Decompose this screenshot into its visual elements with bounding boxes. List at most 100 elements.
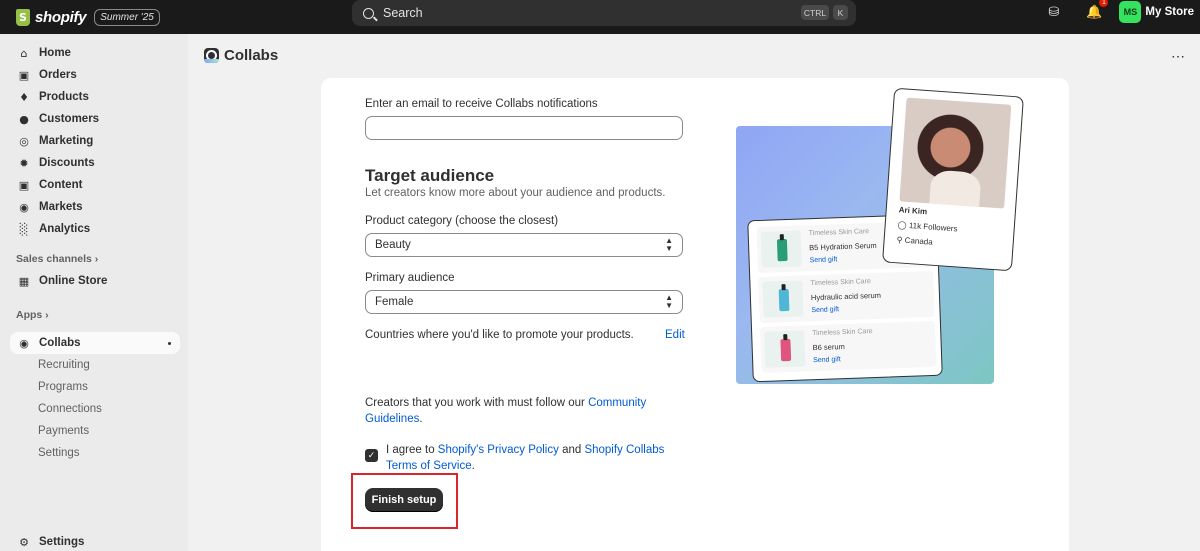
bell-icon[interactable]: 🔔 1 bbox=[1086, 0, 1109, 20]
top-bar: shopify Summer '25 Search CTRL K ⛁ 🔔1 MS… bbox=[0, 0, 1200, 34]
countries-label: Countries where you'd like to promote yo… bbox=[365, 329, 634, 341]
product-thumbnail bbox=[760, 230, 802, 268]
sidebar-item-label: Settings bbox=[39, 536, 85, 548]
sidebar-item-products[interactable]: ♦ Products bbox=[10, 86, 180, 108]
product-name: B6 serum bbox=[812, 342, 845, 353]
sidebar-item-label: Orders bbox=[39, 69, 77, 81]
creator-photo bbox=[899, 97, 1012, 209]
sidebar-item-label: Customers bbox=[39, 113, 100, 125]
store-name[interactable]: My Store bbox=[1145, 6, 1194, 18]
creator-location: ⚲ Canada bbox=[896, 235, 933, 246]
creator-name: Ari Kim bbox=[898, 205, 928, 217]
apps-heading[interactable]: Apps › bbox=[16, 309, 49, 321]
sidebar-item-analytics[interactable]: ░ Analytics bbox=[10, 218, 180, 240]
primary-audience-label: Primary audience bbox=[365, 272, 455, 284]
shortcut-ctrl-key: CTRL bbox=[801, 5, 829, 20]
sidebar-subitem-payments[interactable]: Payments bbox=[38, 425, 89, 437]
sidebar-item-marketing[interactable]: ◎ Marketing bbox=[10, 130, 180, 152]
search-bar[interactable]: Search CTRL K bbox=[352, 0, 856, 26]
sidebar-subitem-settings[interactable]: Settings bbox=[38, 447, 80, 459]
notification-badge: 1 bbox=[1099, 0, 1109, 7]
product-name: B5 Hydration Serum bbox=[809, 240, 877, 253]
privacy-policy-link[interactable]: Shopify's Privacy Policy bbox=[438, 444, 559, 456]
avatar[interactable]: MS bbox=[1119, 1, 1142, 23]
email-field[interactable] bbox=[365, 116, 683, 140]
select-chevron-icon: ▲ ▼ bbox=[665, 293, 673, 310]
sidebar-item-markets[interactable]: ◉ Markets bbox=[10, 196, 180, 218]
sidebar-item-content[interactable]: ▣ Content bbox=[10, 174, 180, 196]
guidelines-prefix: Creators that you work with must follow … bbox=[365, 397, 589, 409]
gear-icon: ⚙ bbox=[19, 535, 29, 549]
sidebar-item-label: Online Store bbox=[39, 275, 108, 287]
tag-icon: ♦ bbox=[19, 90, 29, 104]
page-title-text: Collabs bbox=[224, 47, 279, 64]
sidebar-item-label: Home bbox=[39, 47, 71, 59]
sidebar-subitem-programs[interactable]: Programs bbox=[38, 381, 88, 393]
bar-chart-icon: ░ bbox=[19, 222, 29, 236]
sidebar-item-label: Markets bbox=[39, 201, 83, 213]
sales-channels-heading[interactable]: Sales channels › bbox=[16, 253, 98, 265]
sidebar: ⌂ Home ▣ Orders ♦ Products ● Customers ◎ Mark… bbox=[0, 34, 188, 551]
primary-audience-value: Female bbox=[375, 296, 414, 308]
sidebar-item-customers[interactable]: ● Customers bbox=[10, 108, 180, 130]
globe-icon: ◉ bbox=[19, 200, 29, 214]
sidebar-subitem-recruiting[interactable]: Recruiting bbox=[38, 359, 90, 371]
sidebar-item-label: Analytics bbox=[39, 223, 91, 235]
ellipsis-icon: ⋯ bbox=[1171, 48, 1186, 64]
edition-badge[interactable]: Summer '25 bbox=[94, 8, 160, 26]
product-category-label: Product category (choose the closest) bbox=[365, 215, 559, 227]
creator-location-text: Canada bbox=[904, 235, 934, 247]
shopify-bag-icon bbox=[16, 8, 30, 26]
send-gift-link: Send gift bbox=[811, 306, 840, 315]
sidebar-item-online-store[interactable]: ▦ Online Store bbox=[10, 270, 180, 292]
sidebar-item-orders[interactable]: ▣ Orders bbox=[10, 64, 180, 86]
product-brand: Timeless Skin Care bbox=[810, 278, 872, 288]
creator-followers: ◯ 11k Followers bbox=[897, 220, 957, 233]
product-category-value: Beauty bbox=[375, 239, 411, 251]
sidebar-item-collabs[interactable]: ◉ Collabs bbox=[10, 332, 180, 354]
page-title: Collabs bbox=[204, 47, 278, 64]
shopify-logo[interactable]: shopify Summer '25 bbox=[16, 8, 160, 26]
creator-followers-text: 11k Followers bbox=[908, 221, 958, 234]
sidebar-item-label: Collabs bbox=[39, 337, 81, 349]
collabs-logo-icon bbox=[204, 48, 219, 63]
agree-suffix: . bbox=[471, 460, 475, 472]
sidebar-item-home[interactable]: ⌂ Home bbox=[10, 42, 180, 64]
apps-label: Apps bbox=[16, 309, 43, 321]
top-right-actions: ⛁ 🔔 1 MS My Store bbox=[1048, 0, 1200, 24]
checkmark-icon: ✓ bbox=[367, 450, 376, 461]
more-actions-button[interactable]: ⋯ bbox=[1171, 48, 1186, 65]
product-category-select[interactable]: Beauty ▲ ▼ bbox=[365, 233, 683, 257]
image-icon: ▣ bbox=[18, 178, 30, 192]
sidebar-item-label: Discounts bbox=[39, 157, 95, 169]
collabs-app-icon: ◉ bbox=[19, 336, 29, 350]
orders-icon: ▣ bbox=[18, 68, 30, 82]
sales-channels-label: Sales channels bbox=[16, 253, 92, 265]
chevron-right-icon: › bbox=[94, 253, 99, 265]
person-icon: ● bbox=[19, 112, 29, 126]
send-gift-link: Send gift bbox=[809, 256, 838, 265]
search-placeholder: Search bbox=[383, 6, 423, 20]
target-audience-subtitle: Let creators know more about your audien… bbox=[365, 187, 666, 199]
sidebar-item-label: Products bbox=[39, 91, 89, 103]
agree-checkbox[interactable]: ✓ bbox=[365, 449, 378, 462]
chevron-right-icon: › bbox=[45, 309, 49, 321]
agree-prefix: I agree to bbox=[386, 444, 438, 456]
serum-bottle-icon bbox=[776, 238, 788, 262]
location-pin-icon: ⚲ bbox=[896, 235, 903, 245]
sidebar-item-discounts[interactable]: ✹ Discounts bbox=[10, 152, 180, 174]
finish-setup-button[interactable]: Finish setup bbox=[365, 488, 443, 512]
sidebar-subitem-connections[interactable]: Connections bbox=[38, 403, 102, 415]
product-name: Hydraulic acid serum bbox=[810, 290, 882, 303]
agree-text: I agree to Shopify's Privacy Policy and … bbox=[386, 442, 676, 474]
store-switcher-icon[interactable]: ⛁ bbox=[1048, 4, 1059, 20]
target-audience-heading: Target audience bbox=[365, 166, 495, 185]
guidelines-text: Creators that you work with must follow … bbox=[365, 395, 665, 427]
primary-audience-select[interactable]: Female ▲ ▼ bbox=[365, 290, 683, 314]
brand-name: shopify bbox=[35, 8, 87, 26]
home-icon: ⌂ bbox=[20, 46, 28, 60]
sidebar-item-settings[interactable]: ⚙ Settings bbox=[10, 531, 180, 551]
product-thumbnail bbox=[764, 330, 806, 368]
sidebar-item-label: Marketing bbox=[39, 135, 94, 147]
edit-countries-link[interactable]: Edit bbox=[665, 329, 685, 341]
